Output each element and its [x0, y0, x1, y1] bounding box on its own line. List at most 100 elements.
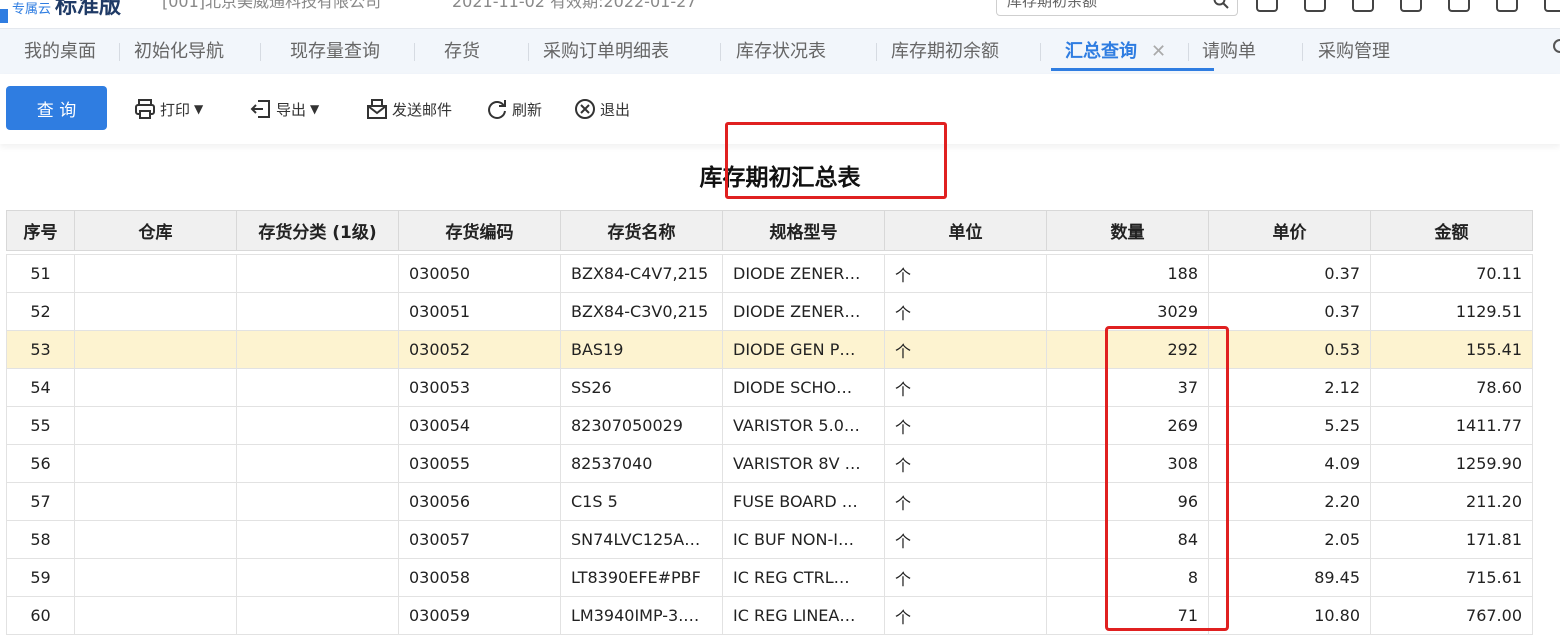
cell-item-name: SN74LVC125A… [560, 520, 723, 559]
column-header[interactable]: 序号 [6, 210, 75, 251]
cell-row-number: 59 [6, 558, 75, 597]
cell-amount: 171.81 [1370, 520, 1533, 559]
cell-category [236, 444, 399, 483]
cell-item-name: 82537040 [560, 444, 723, 483]
cell-warehouse [74, 596, 237, 635]
cell-item-code: 030051 [398, 292, 561, 331]
exit-button[interactable]: 退出 [574, 96, 630, 122]
cell-unit-price: 2.20 [1208, 482, 1371, 521]
column-header[interactable]: 单位 [884, 210, 1047, 251]
column-header[interactable]: 金额 [1370, 210, 1533, 251]
cell-amount: 78.60 [1370, 368, 1533, 407]
tab-search-icon[interactable] [1552, 39, 1560, 59]
app-header: 专属云 标准版 [001]北京美威通科技有限公司 2021-11-02 有效期:… [0, 0, 1560, 28]
tab-init-guide[interactable]: 初始化导航 [134, 29, 224, 75]
tab-opening-balance[interactable]: 库存期初余额 [891, 29, 999, 75]
column-header[interactable]: 存货分类 (1级) [236, 210, 399, 251]
cell-quantity: 37 [1046, 368, 1209, 407]
print-button[interactable]: 打印 ▼ [134, 96, 203, 122]
tab-po-detail[interactable]: 采购订单明细表 [543, 29, 669, 75]
tab-summary-query[interactable]: 汇总查询 ✕ [1051, 29, 1215, 75]
message-icon[interactable] [1352, 0, 1374, 12]
cell-item-code: 030059 [398, 596, 561, 635]
column-header[interactable]: 存货编码 [398, 210, 561, 251]
search-icon[interactable] [1213, 0, 1229, 13]
tab-my-desktop[interactable]: 我的桌面 [24, 29, 96, 75]
tab-label: 请购单 [1202, 41, 1256, 62]
tab-label: 存货 [444, 41, 480, 62]
cell-row-number: 57 [6, 482, 75, 521]
company-name: [001]北京美威通科技有限公司 [162, 0, 382, 11]
settings-icon[interactable] [1400, 0, 1422, 12]
cell-spec-model: IC BUF NON-I… [722, 520, 885, 559]
list-icon[interactable] [1304, 0, 1326, 12]
column-header[interactable]: 数量 [1046, 210, 1209, 251]
help-icon[interactable] [1544, 0, 1560, 12]
cell-item-name: BAS19 [560, 330, 723, 369]
logo-mark [0, 9, 8, 23]
tab-stock-status[interactable]: 库存状况表 [736, 29, 826, 75]
table-row[interactable]: 59 030058 LT8390EFE#PBF IC REG CTRL… 个 8 89.45… [6, 558, 1533, 597]
table-row[interactable]: 55 030054 82307050029 VARISTOR 5.0… 个 269 5.25… [6, 406, 1533, 445]
cell-spec-model: VARISTOR 8V … [722, 444, 885, 483]
tab-label: 库存状况表 [736, 41, 826, 62]
cell-unit: 个 [884, 520, 1047, 559]
table-row[interactable]: 52 030051 BZX84-C3V0,215 DIODE ZENER… 个 3029 0… [6, 292, 1533, 331]
cell-row-number: 56 [6, 444, 75, 483]
shop-icon[interactable] [1496, 0, 1518, 12]
cell-category [236, 520, 399, 559]
tab-purchase-mgmt[interactable]: 采购管理 [1318, 29, 1390, 75]
cell-warehouse [74, 330, 237, 369]
table-row[interactable]: 54 030053 SS26 DIODE SCHO… 个 37 2.12 78.60 [6, 368, 1533, 407]
column-header[interactable]: 仓库 [74, 210, 237, 251]
cell-unit-price: 0.53 [1208, 330, 1371, 369]
cell-unit: 个 [884, 292, 1047, 331]
query-button[interactable]: 查 询 [6, 86, 107, 130]
cell-warehouse [74, 444, 237, 483]
column-header[interactable]: 单价 [1208, 210, 1371, 251]
cell-unit: 个 [884, 254, 1047, 293]
cell-quantity: 269 [1046, 406, 1209, 445]
tab-label: 采购订单明细表 [543, 41, 669, 62]
cell-amount: 155.41 [1370, 330, 1533, 369]
cell-warehouse [74, 368, 237, 407]
logo-title: 标准版 [55, 0, 122, 19]
column-header[interactable]: 存货名称 [560, 210, 723, 251]
print-label: 打印 [160, 100, 191, 119]
table-body: 51 030050 BZX84-C4V7,215 DIODE ZENER… 个 188 0.… [6, 251, 1533, 635]
cell-quantity: 8 [1046, 558, 1209, 597]
send-email-button[interactable]: 发送邮件 [366, 96, 452, 122]
refresh-icon [488, 100, 506, 119]
cell-item-code: 030057 [398, 520, 561, 559]
tab-purchase-request[interactable]: 请购单 [1202, 29, 1256, 75]
tab-stock-query[interactable]: 现存量查询 [290, 29, 380, 75]
exit-label: 退出 [600, 100, 631, 119]
refresh-button[interactable]: 刷新 [486, 96, 542, 122]
export-button[interactable]: 导出 ▼ [250, 96, 319, 122]
cell-amount: 1411.77 [1370, 406, 1533, 445]
cell-amount: 70.11 [1370, 254, 1533, 293]
cell-item-name: SS26 [560, 368, 723, 407]
table-row[interactable]: 58 030057 SN74LVC125A… IC BUF NON-I… 个 84 2.05… [6, 520, 1533, 559]
cell-quantity: 188 [1046, 254, 1209, 293]
global-search[interactable] [996, 0, 1238, 16]
close-icon[interactable]: ✕ [1151, 41, 1166, 62]
cell-unit-price: 2.12 [1208, 368, 1371, 407]
tab-label: 汇总查询 [1065, 41, 1137, 62]
column-header[interactable]: 规格型号 [722, 210, 885, 251]
cell-warehouse [74, 254, 237, 293]
table-row[interactable]: 53 030052 BAS19 DIODE GEN P… 个 292 0.53 155.41 [6, 330, 1533, 369]
table-row[interactable]: 51 030050 BZX84-C4V7,215 DIODE ZENER… 个 188 0.… [6, 254, 1533, 293]
tab-inventory[interactable]: 存货 [444, 29, 480, 75]
cell-row-number: 51 [6, 254, 75, 293]
home-icon[interactable] [1256, 0, 1278, 12]
tag-icon[interactable] [1448, 0, 1470, 12]
table-row[interactable]: 57 030056 C1S 5 FUSE BOARD … 个 96 2.20 211.20 [6, 482, 1533, 521]
cell-category [236, 254, 399, 293]
cell-item-code: 030055 [398, 444, 561, 483]
search-input[interactable] [1007, 0, 1197, 11]
table-row[interactable]: 60 030059 LM3940IMP-3.… IC REG LINEA… 个 71 10.… [6, 596, 1533, 635]
send-email-label: 发送邮件 [392, 100, 453, 119]
table-row[interactable]: 56 030055 82537040 VARISTOR 8V … 个 308 4.09 125… [6, 444, 1533, 483]
cell-item-name: LT8390EFE#PBF [560, 558, 723, 597]
